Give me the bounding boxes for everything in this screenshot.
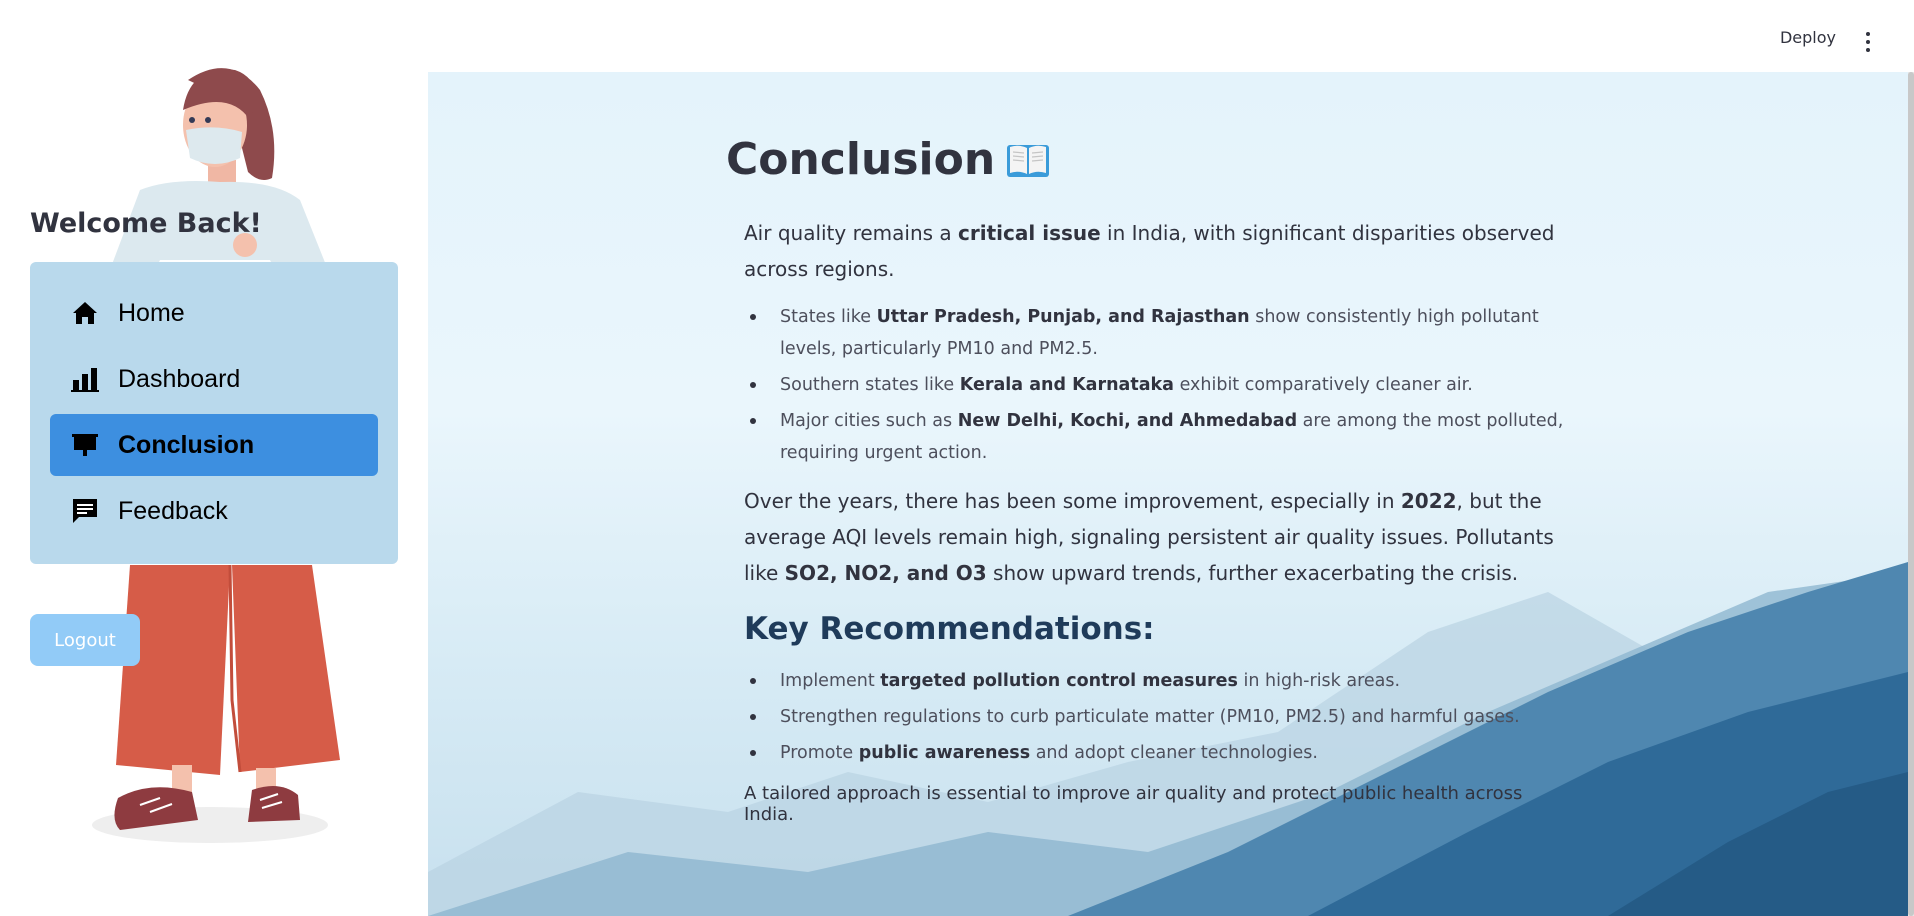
nav-item-label: Feedback [118, 496, 228, 525]
nav-item-label: Dashboard [118, 364, 241, 393]
deploy-button[interactable]: Deploy [1780, 28, 1836, 47]
welcome-heading: Welcome Back! [30, 208, 262, 239]
list-item: Southern states like Kerala and Karnatak… [750, 369, 1576, 401]
closing-paragraph: A tailored approach is essential to impr… [744, 783, 1523, 825]
nav-menu: Home Dashboard Conclusion Feedback [30, 262, 398, 564]
bar-chart-icon [70, 364, 100, 394]
nav-item-label: Conclusion [118, 430, 255, 459]
list-item: Major cities such as New Delhi, Kochi, a… [750, 405, 1576, 469]
open-book-icon [1007, 144, 1050, 177]
nav-item-feedback[interactable]: Feedback [50, 480, 378, 542]
presentation-icon [70, 430, 100, 460]
list-item: Strengthen regulations to curb particula… [750, 701, 1576, 733]
logout-button[interactable]: Logout [30, 614, 140, 666]
list-item: Promote public awareness and adopt clean… [750, 737, 1576, 769]
more-options-icon[interactable] [1858, 28, 1878, 56]
nav-item-dashboard[interactable]: Dashboard [50, 348, 378, 410]
sidebar: Welcome Back! Home Dashboard Conclusion … [0, 0, 428, 916]
nav-item-home[interactable]: Home [50, 282, 378, 344]
conclusion-article: Conclusion Air quality remains a critica… [726, 134, 1576, 825]
intro-paragraph: Air quality remains a critical issue in … [744, 221, 1555, 281]
scrollbar-thumb[interactable] [1908, 72, 1914, 916]
chat-icon [70, 496, 100, 526]
nav-item-label: Home [118, 298, 185, 327]
list-item: Implement targeted pollution control mea… [750, 665, 1576, 697]
main-content: Conclusion Air quality remains a critica… [428, 72, 1908, 916]
home-icon [70, 298, 100, 328]
recommendations-list: Implement targeted pollution control mea… [750, 665, 1576, 769]
nav-item-conclusion[interactable]: Conclusion [50, 414, 378, 476]
trend-paragraph: Over the years, there has been some impr… [744, 489, 1554, 585]
findings-list: States like Uttar Pradesh, Punjab, and R… [750, 301, 1576, 469]
list-item: States like Uttar Pradesh, Punjab, and R… [750, 301, 1576, 365]
recommendations-heading: Key Recommendations: [744, 611, 1155, 647]
page-title-text: Conclusion [726, 134, 996, 185]
page-title: Conclusion [726, 134, 1576, 185]
